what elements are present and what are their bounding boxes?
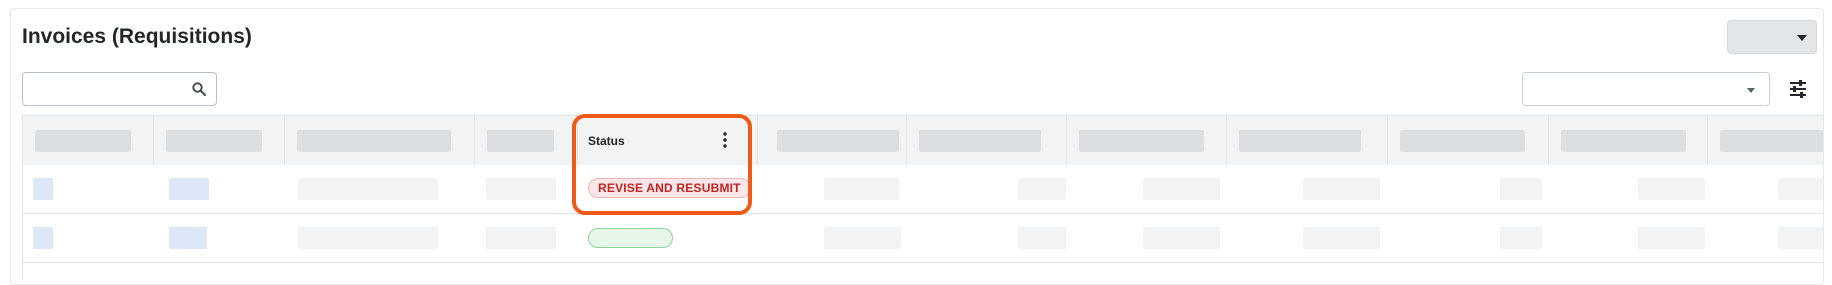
cell-placeholder [1638,227,1705,249]
kebab-menu-icon[interactable] [720,131,730,149]
table-row[interactable] [23,165,1823,214]
column-header-11[interactable] [1549,116,1708,165]
header-placeholder [487,130,554,152]
column-header-9[interactable] [1227,116,1388,165]
header-placeholder [297,130,451,152]
header-placeholder [919,130,1041,152]
cell-placeholder [298,178,438,200]
header-placeholder [1079,130,1204,152]
column-header-6[interactable] [758,116,907,165]
cell-link-placeholder[interactable] [169,178,209,200]
cell-placeholder [486,227,556,249]
cell-placeholder [1500,178,1542,200]
header-placeholder [1720,130,1823,152]
cell-placeholder [1500,227,1542,249]
cell-link-placeholder[interactable] [33,178,53,200]
column-header-8[interactable] [1067,116,1227,165]
header-placeholder [1561,130,1686,152]
chevron-down-icon [1747,88,1755,93]
cell-placeholder [1778,178,1823,200]
header-placeholder [777,130,899,152]
cell-placeholder [824,178,899,200]
column-header-2[interactable] [154,116,285,165]
column-header-3[interactable] [285,116,475,165]
cell-placeholder [1778,227,1823,249]
header-placeholder [1239,130,1361,152]
column-header-4[interactable] [475,116,578,165]
cell-placeholder [1018,178,1066,200]
tune-icon[interactable] [1788,79,1808,99]
header-placeholder [1400,130,1525,152]
page-title: Invoices (Requisitions) [22,25,252,48]
table-header [23,116,1823,166]
cell-placeholder [1303,227,1380,249]
status-badge: REVISE AND RESUBMIT [588,178,751,198]
filter-select[interactable] [1522,72,1770,106]
cell-placeholder [1303,178,1380,200]
column-header-12[interactable] [1708,116,1823,165]
cell-placeholder [1018,227,1066,249]
column-header-7[interactable] [907,116,1067,165]
cell-placeholder [1143,178,1220,200]
cell-placeholder [298,227,438,249]
cell-placeholder [1143,227,1220,249]
column-header-1[interactable] [23,116,154,165]
column-header-10[interactable] [1388,116,1549,165]
cell-placeholder [486,178,556,200]
status-badge [588,228,673,248]
search-icon[interactable] [191,81,207,97]
cell-placeholder [824,227,901,249]
status-column-header-label: Status [588,134,625,148]
search-field[interactable] [31,79,185,101]
header-placeholder [166,130,262,152]
cell-link-placeholder[interactable] [169,227,207,249]
cell-placeholder [1638,178,1705,200]
top-dropdown-button[interactable] [1727,20,1817,54]
header-placeholder [35,130,131,152]
search-input[interactable] [22,72,217,106]
cell-link-placeholder[interactable] [33,227,53,249]
caret-down-icon [1797,35,1807,41]
table-row[interactable] [23,214,1823,263]
invoices-table [22,115,1823,280]
